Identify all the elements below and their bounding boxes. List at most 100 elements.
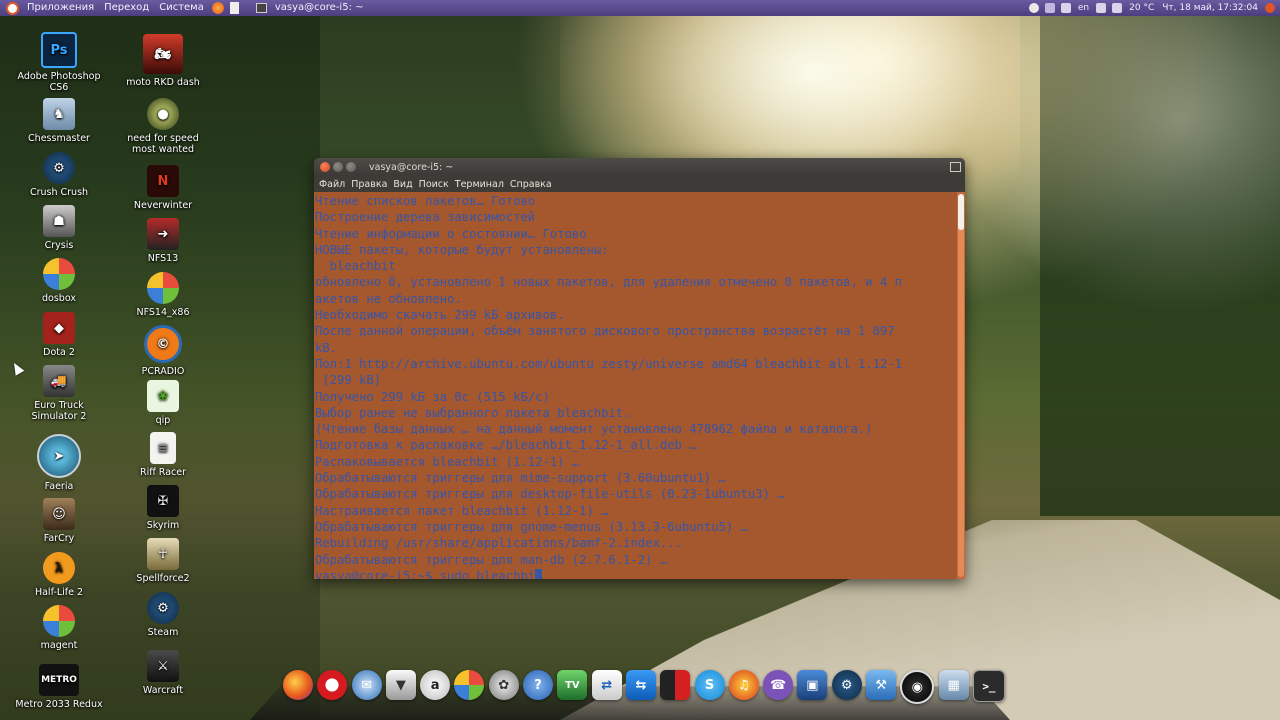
desktop-icon-dota2[interactable]: ◆ Dota 2	[14, 312, 104, 358]
taskbar-terminal[interactable]: vasya@core-i5: ~	[270, 0, 369, 16]
desktop-icon-warcraft[interactable]: ⚔ Warcraft	[118, 650, 208, 696]
desktop-icon-crush-crush[interactable]: ⚙ Crush Crush	[14, 152, 104, 198]
desktop-icon-magent[interactable]: magent	[14, 605, 104, 651]
menu-system[interactable]: Система	[154, 0, 209, 16]
maximize-icon[interactable]	[346, 162, 356, 172]
desktop-icon-half-life[interactable]: λ Half-Life 2	[14, 552, 104, 598]
terminal-line: Чтение информации о состоянии… Готово	[315, 226, 587, 241]
menu-applications[interactable]: Приложения	[22, 0, 99, 16]
menu-file[interactable]: Файл	[316, 179, 348, 190]
terminal-line: Настраивается пакет bleachbit (1.12-1) …	[315, 503, 609, 518]
teamviewer-share-icon[interactable]: ⇄	[591, 670, 622, 700]
terminal-line: Пол:1 http://archive.ubuntu.com/ubuntu z…	[315, 356, 902, 371]
menu-edit[interactable]: Правка	[348, 179, 390, 190]
picasa-icon[interactable]	[454, 670, 485, 700]
desktop-icon-nfs14[interactable]: NFS14_x86	[118, 272, 208, 318]
dota2-icon: ◆	[43, 312, 75, 344]
nfs-icon: ●	[147, 98, 179, 130]
close-icon[interactable]	[320, 162, 330, 172]
menu-search[interactable]: Поиск	[416, 179, 452, 190]
desktop-icon-neverwinter[interactable]: N Neverwinter	[118, 165, 208, 211]
desktop-icon-label: qip	[155, 415, 171, 426]
screenshot-icon[interactable]: ▦	[938, 670, 969, 700]
weather[interactable]: 20 °C	[1125, 0, 1158, 16]
desktop-icon-moto-rkd[interactable]: 🏍 moto RKD dash	[118, 34, 208, 88]
wolf-app-icon[interactable]: ▼	[385, 670, 416, 700]
desktop-icon-steam[interactable]: ⚙ Steam	[118, 592, 208, 638]
desktop-icon-photoshop[interactable]: Ps Adobe Photoshop CS6	[14, 32, 104, 93]
menu-places[interactable]: Переход	[99, 0, 154, 16]
desktop-icon-label: moto RKD dash	[126, 77, 200, 88]
terminal-icon[interactable]: >_	[972, 670, 1005, 702]
update-icon[interactable]	[1028, 3, 1039, 13]
desktop-icon-pcradio[interactable]: © PCRADIO	[118, 325, 208, 377]
desktop-icon-chessmaster[interactable]: ♞ Chessmaster	[14, 98, 104, 144]
terminal-line: Построение дерева зависимостей	[315, 210, 536, 225]
desktop-icon-dosbox[interactable]: dosbox	[14, 258, 104, 304]
desktop-icon-skyrim[interactable]: ✠ Skyrim	[118, 485, 208, 531]
virtualbox-icon[interactable]: ▣	[797, 670, 828, 700]
terminal-scrollbar[interactable]	[957, 192, 965, 579]
desktop-icon-riff-racer[interactable]: ≡ Riff Racer	[118, 432, 208, 478]
desktop-icon-qip[interactable]: ❀ qip	[118, 380, 208, 426]
aimp-icon[interactable]: a	[420, 670, 451, 700]
file-launcher-icon[interactable]	[229, 2, 239, 14]
terminal-menubar: Файл Правка Вид Поиск Терминал Справка	[314, 176, 965, 192]
pencil-icon[interactable]	[1044, 3, 1055, 13]
obs-icon[interactable]: ◉	[900, 670, 935, 704]
clock[interactable]: Чт, 18 май, 17:32:04	[1158, 0, 1262, 16]
thunderbird-icon[interactable]: ✉	[351, 670, 382, 700]
teamviewer-icon[interactable]: ⇆	[625, 670, 656, 700]
help-icon[interactable]: ?	[523, 670, 554, 700]
audio-app-icon[interactable]: ♫	[728, 670, 759, 700]
skype-beta-icon[interactable]: S	[694, 670, 725, 700]
desktop-icon-nfs-mw[interactable]: ● need for speed most wanted	[118, 98, 208, 155]
scrollbar-track[interactable]	[958, 194, 964, 577]
keyboard-layout[interactable]: en	[1074, 0, 1093, 16]
terminal-line: Обрабатываются триггеры для gnome-menus …	[315, 519, 748, 534]
power-icon[interactable]	[1265, 3, 1275, 13]
skyrim-icon: ✠	[147, 485, 179, 517]
terminal-line: Обрабатываются триггеры для man-db (2.7.…	[315, 552, 668, 567]
restore-icon[interactable]	[950, 162, 961, 172]
scrollbar-thumb[interactable]	[958, 194, 964, 230]
menu-view[interactable]: Вид	[390, 179, 415, 190]
mail-icon[interactable]	[1096, 3, 1107, 13]
text-cursor	[535, 568, 543, 579]
terminal-text: Чтение списков пакетов… Готово Построение…	[314, 192, 957, 579]
desktop-icon-metro[interactable]: METRO Metro 2033 Redux	[14, 664, 104, 710]
opera-icon[interactable]	[317, 670, 348, 700]
desktop-icon-euro-truck[interactable]: 🚚 Euro Truck Simulator 2	[14, 365, 104, 422]
minimize-icon[interactable]	[333, 162, 343, 172]
terminal-titlebar[interactable]: vasya@core-i5: ~	[314, 158, 965, 176]
terminal-output[interactable]: Чтение списков пакетов… Готово Построение…	[314, 192, 957, 579]
desktop-icon-nfs13[interactable]: ➜ NFS13	[118, 218, 208, 264]
tv-icon[interactable]: TV	[557, 670, 588, 700]
desktop-icon-farcry[interactable]: ☺ FarCry	[14, 498, 104, 544]
desktop-icon-label: FarCry	[43, 533, 75, 544]
menu-help[interactable]: Справка	[507, 179, 555, 190]
firefox-icon[interactable]	[283, 670, 313, 700]
menu-terminal[interactable]: Терминал	[452, 179, 507, 190]
neverwinter-icon: N	[147, 165, 179, 197]
top-panel: Приложения Переход Система vasya@core-i5…	[0, 0, 1280, 16]
tools-icon[interactable]: ⚒	[866, 670, 897, 700]
network-icon[interactable]	[1060, 3, 1071, 13]
steam-icon: ⚙	[147, 592, 179, 624]
desktop-icon-faeria[interactable]: ➤ Faeria	[14, 434, 104, 492]
nero-icon[interactable]	[660, 670, 691, 700]
steam-icon[interactable]: ⚙	[831, 670, 862, 700]
firefox-launcher-icon[interactable]	[211, 2, 224, 14]
reel-app-icon[interactable]: ✿	[488, 670, 519, 700]
terminal-line: Получено 299 kБ за 0с (515 kБ/c)	[315, 389, 550, 404]
desktop-icon-crysis[interactable]: ☗ Crysis	[14, 205, 104, 251]
volume-icon[interactable]	[1112, 3, 1123, 13]
nfs13-icon: ➜	[147, 218, 179, 250]
desktop-icon-spellforce[interactable]: ☥ Spellforce2	[118, 538, 208, 584]
terminal-window[interactable]: vasya@core-i5: ~ Файл Правка Вид Поиск Т…	[314, 158, 965, 579]
terminal-line: акетов не обновлено.	[315, 291, 462, 306]
viber-icon[interactable]: ☎	[763, 670, 794, 700]
desktop-icon-label: Riff Racer	[140, 467, 186, 478]
terminal-line: Rebuilding /usr/share/applications/bamf-…	[315, 536, 682, 551]
desktop-icon-label: Crush Crush	[29, 187, 89, 198]
